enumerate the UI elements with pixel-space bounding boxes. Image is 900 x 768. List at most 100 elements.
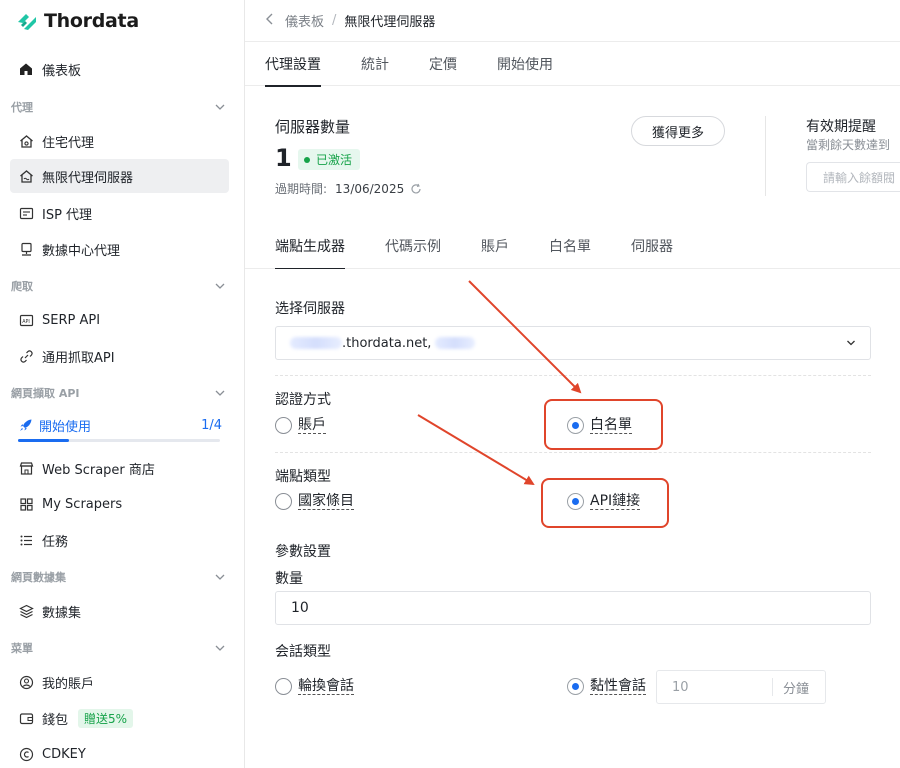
section-web-scraper-api[interactable]: 網頁擷取 API (11, 384, 225, 402)
breadcrumb-parent[interactable]: 儀表板 (285, 11, 324, 30)
sidebar-item-label: 我的賬戶 (42, 676, 95, 692)
status-text: 已激活 (316, 153, 353, 167)
cdkey-icon (18, 746, 34, 762)
radio-label: 賬戶 (298, 417, 326, 434)
sidebar-item-dashboard[interactable]: 儀表板 (10, 52, 229, 86)
sidebar-item-cdkey[interactable]: CDKEY (10, 737, 229, 768)
auth-method-label: 認證方式 (275, 392, 331, 408)
home-icon (18, 61, 34, 77)
tab-proxy-settings[interactable]: 代理設置 (265, 42, 321, 87)
server-count-title: 伺服器數量 (275, 118, 351, 136)
expire-date: 13/06/2025 (335, 181, 405, 196)
section-web-dataset[interactable]: 網頁數據集 (11, 568, 225, 586)
sidebar-item-isp[interactable]: ISP 代理 (10, 196, 229, 230)
sidebar-item-label: 儀表板 (42, 63, 82, 79)
radio-label: 輪換會話 (298, 678, 354, 695)
sidebar-item-label: Web Scraper 商店 (42, 462, 155, 478)
auth-radio-account[interactable]: 賬戶 (275, 417, 326, 434)
refresh-icon[interactable] (410, 183, 422, 195)
server-count: 1 (275, 144, 292, 172)
sidebar: Thordata 儀表板 代理 住宅代理 無限代理伺服器 ISP 代理 數據中心… (0, 0, 245, 768)
breadcrumb-current: 無限代理伺服器 (344, 15, 436, 30)
radio-label: API鏈接 (590, 493, 641, 510)
tab-accounts[interactable]: 賬戶 (481, 222, 509, 269)
sidebar-item-label: 數據集 (42, 605, 82, 621)
sidebar-item-dataset[interactable]: 數據集 (10, 594, 229, 628)
section-label: 菜單 (11, 642, 33, 655)
radio-circle (567, 493, 584, 510)
tab-statistics[interactable]: 統計 (361, 42, 389, 86)
breadcrumb: 儀表板 / 無限代理伺服器 (245, 0, 900, 42)
endpoint-radio-api-link[interactable]: API鏈接 (567, 493, 641, 510)
section-label: 網頁擷取 API (11, 387, 80, 400)
tab-getting-started[interactable]: 開始使用 (497, 42, 553, 86)
server-rack-icon (18, 205, 34, 221)
sticky-duration-value: 10 (672, 679, 689, 695)
sidebar-item-residential[interactable]: 住宅代理 (10, 124, 229, 158)
status-dot-icon (304, 156, 310, 163)
logo-text: Thordata (44, 10, 139, 32)
divider (765, 116, 766, 196)
sidebar-item-universal[interactable]: 通用抓取API (10, 339, 229, 373)
getting-started-progress: 1/4 (201, 417, 222, 433)
expire-label: 過期時間: (275, 182, 328, 196)
chevron-left-icon[interactable] (265, 13, 275, 29)
sidebar-item-tasks[interactable]: 任務 (10, 523, 229, 557)
expiry-threshold-input[interactable]: 請輸入餘額閥 (806, 162, 900, 192)
section-label: 爬取 (11, 280, 33, 293)
section-proxy[interactable]: 代理 (11, 98, 225, 116)
section-scraping[interactable]: 爬取 (11, 277, 225, 295)
tab-whitelist[interactable]: 白名單 (549, 222, 591, 269)
session-radio-sticky[interactable]: 黏性會話 (567, 678, 646, 695)
endpoint-type-label: 端點類型 (275, 469, 331, 485)
sidebar-item-serp[interactable]: API SERP API (10, 303, 229, 337)
quantity-input[interactable]: 10 (275, 591, 871, 625)
sidebar-item-unlimited[interactable]: 無限代理伺服器 (10, 159, 229, 193)
sticky-duration-unit: 分鐘 (772, 678, 809, 697)
chevron-down-icon (215, 574, 225, 580)
section-menu[interactable]: 菜單 (11, 639, 225, 657)
sticky-duration-input[interactable]: 10 分鐘 (656, 670, 826, 704)
radio-circle (567, 417, 584, 434)
expiry-reminder-subtitle: 當剩餘天數達到 (806, 138, 891, 152)
tab-pricing[interactable]: 定價 (429, 42, 457, 86)
server-summary-card: 伺服器數量 1 已激活 過期時間: 13/06/2025 獲得更多 有效期提醒 … (245, 86, 900, 214)
endpoint-tabs: 端點生成器 代碼示例 賬戶 白名單 伺服器 (245, 222, 900, 270)
tab-servers[interactable]: 伺服器 (631, 222, 673, 269)
quantity-label: 數量 (275, 571, 303, 587)
section-label: 代理 (11, 101, 33, 114)
sidebar-item-my-scrapers[interactable]: My Scrapers (10, 487, 229, 521)
thordata-logo-icon (18, 14, 36, 30)
link-icon (18, 348, 34, 364)
tab-endpoint-generator[interactable]: 端點生成器 (275, 222, 345, 270)
server-select[interactable]: .thordata.net, (275, 326, 871, 360)
sidebar-item-getting-started[interactable]: 開始使用 1/4 (18, 414, 222, 442)
logo[interactable]: Thordata (16, 8, 139, 34)
expire-info: 過期時間: 13/06/2025 (275, 180, 422, 197)
session-radio-rotating[interactable]: 輪換會話 (275, 678, 354, 695)
endpoint-generator-form: 选择伺服器 .thordata.net, 認證方式 賬戶 白名單 端點類型 國家… (245, 269, 900, 768)
divider (275, 375, 871, 376)
sidebar-item-label: 數據中心代理 (42, 243, 121, 259)
server-select-value: .thordata.net, (342, 335, 432, 351)
auth-radio-whitelist[interactable]: 白名單 (567, 417, 632, 434)
chevron-down-icon (215, 283, 225, 289)
sidebar-item-label: My Scrapers (42, 496, 123, 512)
getting-started-row: 開始使用 1/4 (18, 414, 222, 436)
svg-text:API: API (22, 318, 30, 324)
sidebar-item-label: CDKEY (42, 746, 86, 762)
sidebar-item-datacenter[interactable]: 數據中心代理 (10, 232, 229, 266)
layers-icon (18, 603, 34, 619)
sidebar-item-label: ISP 代理 (42, 207, 93, 223)
divider (275, 452, 871, 453)
sidebar-item-account[interactable]: 我的賬戶 (10, 665, 229, 699)
status-badge: 已激活 (298, 149, 361, 170)
tab-code-examples[interactable]: 代碼示例 (385, 222, 441, 269)
expiry-reminder-title: 有效期提醒 (806, 119, 876, 135)
sidebar-item-store[interactable]: Web Scraper 商店 (10, 451, 229, 485)
get-more-button[interactable]: 獲得更多 (631, 116, 725, 146)
progress-fill (18, 439, 69, 442)
endpoint-radio-country[interactable]: 國家條目 (275, 493, 354, 510)
sidebar-item-wallet[interactable]: 錢包 贈送5% (10, 701, 229, 735)
main-tabs: 代理設置 統計 定價 開始使用 (245, 42, 900, 87)
